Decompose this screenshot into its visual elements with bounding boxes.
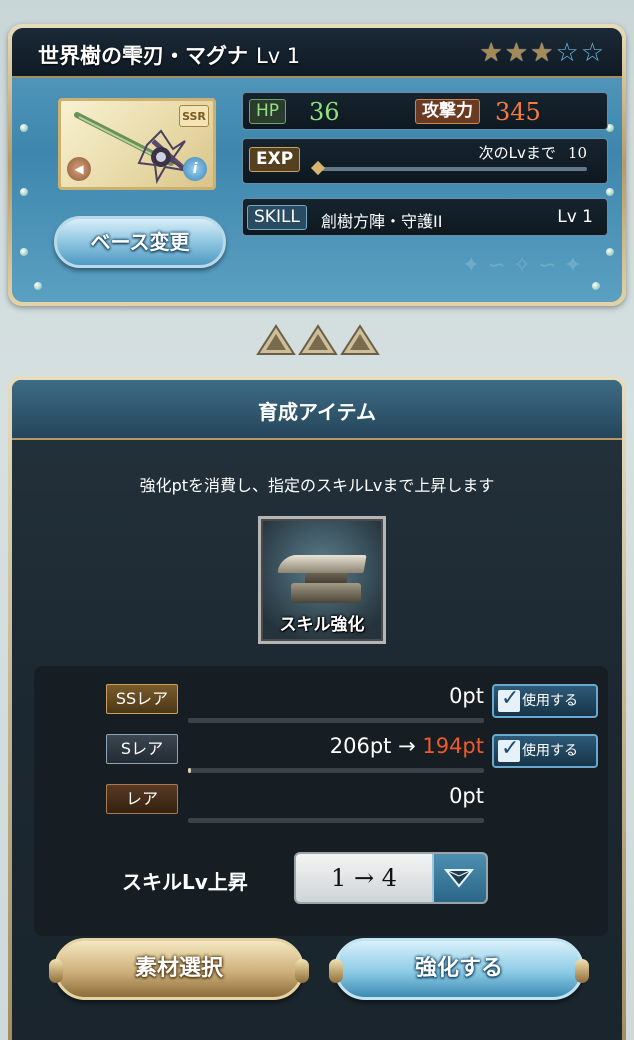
stat-row-skill[interactable]: SKILL 創樹方陣・守護II Lv 1	[242, 198, 608, 236]
info-icon[interactable]: i	[183, 157, 207, 181]
button-ornament	[575, 959, 589, 983]
rivet	[592, 282, 600, 290]
skill-enhance-item[interactable]: スキル強化	[258, 516, 386, 644]
training-panel-inner: 育成アイテム 強化ptを消費し、指定のスキルLvまで上昇します スキル強化 SS…	[12, 380, 622, 1040]
exp-next: 次のLvまで 10	[479, 142, 587, 163]
star-icon: ☆	[580, 38, 604, 68]
use-toggle-label: 使用する	[522, 743, 578, 759]
rarity-row-s: Sレア 206pt → 194pt ✓ 使用する	[34, 728, 608, 773]
enhance-button[interactable]: 強化する	[329, 938, 589, 1000]
use-toggle-label: 使用する	[522, 693, 578, 709]
rarity-label: Sレア	[106, 734, 178, 764]
triangle-icon	[256, 324, 296, 355]
diamond-icon	[443, 869, 475, 888]
rarity-stars: ★ ★ ★ ☆ ☆	[479, 40, 604, 66]
skill-lv-up-value: 1 → 4	[331, 864, 397, 892]
rarity-points: 0pt	[449, 684, 484, 708]
check-icon: ✓	[498, 686, 520, 712]
rarity-label: SSレア	[106, 684, 178, 714]
stat-row-hp-atk: HP 36 攻撃力 345	[242, 92, 608, 130]
triangle-indicators	[256, 324, 380, 356]
enhance-label: 強化する	[414, 956, 503, 981]
weapon-title: 世界樹の雫刃・マグナ Lv 1	[38, 40, 300, 70]
weapon-name: 世界樹の雫刃・マグナ	[38, 44, 248, 68]
star-icon: ☆	[555, 38, 579, 68]
skill-lv-up-select[interactable]: 1 → 4	[294, 852, 488, 904]
weapon-card: 世界樹の雫刃・マグナ Lv 1 ★ ★ ★ ☆ ☆ SSR ◀ i ベース変更 …	[8, 24, 626, 306]
star-icon: ★	[530, 38, 554, 68]
rarity-row-r: レア 0pt	[34, 778, 608, 823]
star-icon: ★	[479, 38, 503, 68]
ssr-badge: SSR	[179, 105, 209, 127]
rivet	[20, 188, 28, 196]
training-description: 強化ptを消費し、指定のスキルLvまで上昇します	[139, 476, 495, 495]
rivet	[20, 248, 28, 256]
material-select-label: 素材選択	[134, 956, 223, 981]
hp-label: HP	[249, 99, 287, 124]
training-title: 育成アイテム	[258, 400, 376, 424]
skill-lv-up-label: スキルLv上昇	[122, 870, 248, 894]
rarity-row-ss: SSレア 0pt ✓ 使用する	[34, 678, 608, 723]
triangle-icon	[298, 324, 338, 355]
hp-value: 36	[309, 98, 340, 126]
rarity-label: レア	[106, 784, 178, 814]
ornament-flourish: ✦ ∽ ✧ ∽ ✦	[461, 253, 582, 278]
skill-label: SKILL	[247, 205, 307, 230]
skill-enhance-label: スキル強化	[279, 615, 365, 635]
material-select-button[interactable]: 素材選択	[49, 938, 309, 1000]
attack-label: 攻撃力	[415, 99, 480, 124]
weapon-level: Lv 1	[256, 44, 301, 68]
attack-value: 345	[495, 98, 541, 126]
exp-label: EXP	[249, 147, 301, 172]
use-toggle-button[interactable]: ✓ 使用する	[492, 684, 598, 718]
rivet	[20, 124, 28, 132]
points-value: 206pt →	[329, 734, 423, 758]
button-ornament	[49, 959, 63, 983]
sound-icon[interactable]: ◀	[67, 157, 91, 181]
training-panel-header: 育成アイテム	[12, 380, 622, 440]
training-panel: 育成アイテム 強化ptを消費し、指定のスキルLvまで上昇します スキル強化 SS…	[8, 376, 626, 1040]
points-bar	[188, 818, 484, 823]
exp-next-label: 次のLvまで	[478, 144, 556, 162]
diamond-dropdown-icon[interactable]	[432, 854, 486, 902]
weapon-card-inner: 世界樹の雫刃・マグナ Lv 1 ★ ★ ★ ☆ ☆ SSR ◀ i ベース変更 …	[12, 28, 622, 302]
rivet	[606, 188, 614, 196]
button-ornament	[329, 959, 343, 983]
points-value: 0pt	[449, 684, 484, 708]
star-icon: ★	[504, 38, 529, 68]
exp-next-value: 10	[567, 144, 587, 162]
base-change-button[interactable]: ベース変更	[54, 216, 226, 268]
use-toggle-button[interactable]: ✓ 使用する	[492, 734, 598, 768]
points-after: 194pt	[422, 734, 484, 758]
button-ornament	[295, 959, 309, 983]
points-bar	[188, 768, 484, 773]
anvil-icon	[277, 555, 367, 573]
exp-bar	[317, 167, 587, 171]
exp-knob	[310, 160, 326, 176]
triangle-icon	[340, 324, 380, 355]
stat-row-exp: EXP 次のLvまで 10	[242, 138, 608, 184]
rivet	[34, 282, 42, 290]
points-bar-fill	[188, 768, 191, 773]
check-icon: ✓	[498, 736, 520, 762]
rarity-points: 0pt	[449, 784, 484, 808]
anvil-icon-base	[291, 583, 361, 603]
skill-level: Lv 1	[557, 207, 593, 227]
rarity-points: 206pt → 194pt	[330, 734, 484, 758]
rivet	[606, 248, 614, 256]
points-bar	[188, 718, 484, 723]
skill-name: 創樹方陣・守護II	[321, 212, 443, 231]
points-value: 0pt	[449, 784, 484, 808]
weapon-title-bar: 世界樹の雫刃・マグナ Lv 1 ★ ★ ★ ☆ ☆	[12, 28, 622, 78]
point-summary-box: SSレア 0pt ✓ 使用する Sレア 206pt → 194pt ✓ 使用する	[34, 666, 608, 936]
weapon-thumbnail[interactable]: SSR ◀ i	[58, 98, 216, 190]
